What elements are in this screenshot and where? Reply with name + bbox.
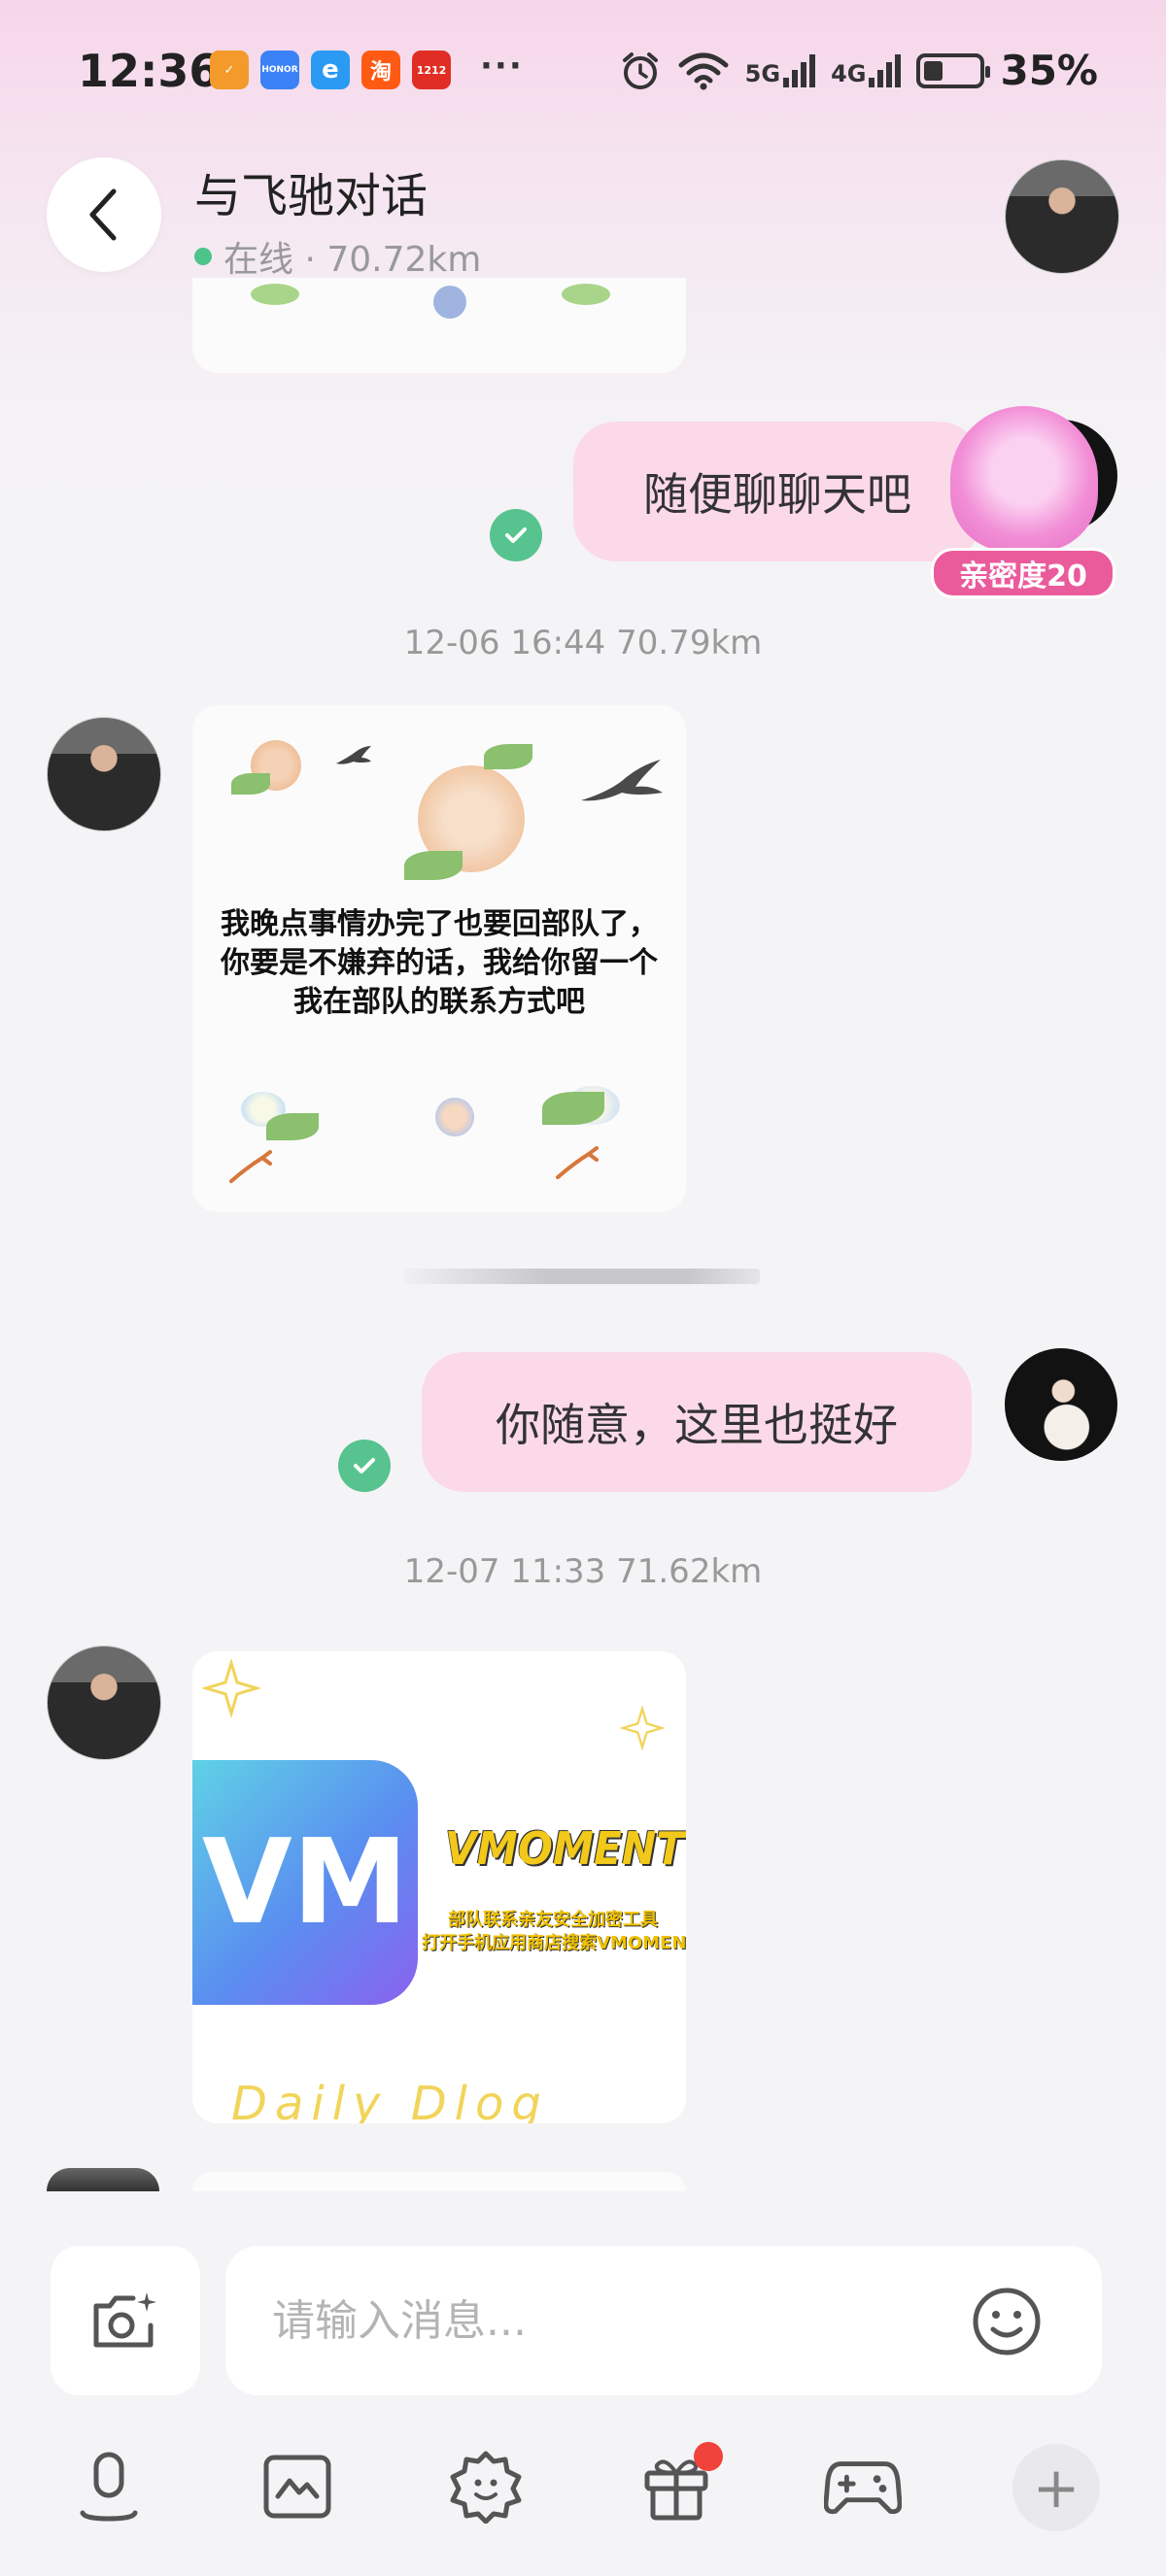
camera-icon: [93, 2292, 156, 2348]
image-caption-line-1: 我晚点事情办完了也要回部队了，: [221, 907, 658, 941]
image-caption-line-2: 你要是不嫌弃的话，我给你留一个: [221, 946, 658, 980]
chat-status-text: 在线 · 70.72km: [223, 240, 482, 280]
vm-tagline-2: 打开手机应用商店搜索VMOMENT下载: [422, 1933, 686, 1953]
orange-app-icon: ✓: [210, 51, 249, 89]
image-message-partial[interactable]: [192, 278, 686, 373]
sparkle-icon: [202, 1659, 260, 1717]
plus-icon: +: [1032, 2455, 1080, 2521]
contact-avatar[interactable]: [47, 717, 161, 831]
image-message-partial-bottom: [192, 2172, 686, 2191]
vm-app-logo: VM: [192, 1760, 418, 2005]
taobao-app-icon: 淘: [361, 51, 400, 89]
contact-avatar-2[interactable]: [47, 1645, 161, 1760]
status-time: 12:36: [78, 45, 221, 97]
pinduoduo-app-icon: 1212: [412, 51, 451, 89]
status-more-dots: ···: [480, 47, 524, 85]
back-button[interactable]: [47, 157, 161, 272]
signal-5g-icon: 5G: [745, 53, 816, 87]
game-controller-icon: [824, 2461, 902, 2515]
online-indicator: [194, 248, 212, 265]
alarm-icon: [622, 51, 658, 89]
read-check-icon: [490, 509, 542, 561]
bottom-toolbar: +: [0, 2442, 1166, 2545]
contact-avatar-partial: [47, 2168, 159, 2191]
outgoing-message-bubble-2[interactable]: 你随意，这里也挺好: [422, 1352, 972, 1492]
image-caption: 我晚点事情办完了也要回部队了， 你要是不嫌弃的话，我给你留一个 我在部队的联系方…: [192, 905, 686, 1022]
battery-icon: [916, 52, 991, 88]
chat-title: 与飞驰对话: [194, 169, 429, 223]
camera-button[interactable]: [51, 2246, 200, 2395]
vmoment-ad-image[interactable]: VM VMOMENT 部队联系亲友安全加密工具 打开手机应用商店搜索VMOMEN…: [192, 1651, 686, 2123]
photo-icon: [263, 2455, 331, 2519]
image-caption-line-3: 我在部队的联系方式吧: [293, 985, 585, 1019]
intimacy-badge[interactable]: 亲密度20: [931, 548, 1115, 598]
message-text: 随便聊聊天吧: [643, 468, 911, 521]
koi-icon: [229, 1150, 272, 1183]
sticker-button[interactable]: [447, 2448, 525, 2525]
e-app-icon: e: [311, 51, 350, 89]
image-message-card[interactable]: 我晚点事情办完了也要回部队了， 你要是不嫌弃的话，我给你留一个 我在部队的联系方…: [192, 705, 686, 1212]
message-text-2: 你随意，这里也挺好: [496, 1399, 898, 1451]
photo-button[interactable]: [258, 2448, 336, 2525]
message-input[interactable]: [225, 2246, 1102, 2395]
read-check-icon-2: [338, 1440, 391, 1492]
small-swallow-icon: [336, 746, 371, 764]
gift-notification-dot: [694, 2442, 723, 2471]
game-button[interactable]: [824, 2448, 902, 2525]
sticker-icon: [450, 2451, 522, 2524]
voice-button[interactable]: [70, 2448, 148, 2525]
outgoing-message-bubble[interactable]: 随便聊聊天吧: [573, 422, 981, 561]
plus-button[interactable]: +: [1012, 2444, 1100, 2531]
koi-icon-2: [556, 1146, 599, 1179]
timestamp-2: 12-07 11:33 71.62km: [403, 1552, 763, 1591]
voice-icon: [80, 2452, 138, 2522]
vm-tagline-1: 部队联系亲友安全加密工具: [448, 1910, 658, 1930]
honor-app-icon: HONOR: [260, 51, 299, 89]
emoji-button[interactable]: [972, 2287, 1042, 2356]
wifi-icon: [678, 52, 729, 89]
signal-4g-icon: 4G: [831, 53, 902, 87]
blurred-divider: [404, 1269, 760, 1284]
timestamp: 12-06 16:44 70.79km: [403, 624, 763, 662]
battery-level: [924, 60, 943, 81]
swallow-icon: [581, 760, 663, 801]
contact-avatar-header[interactable]: [1005, 159, 1119, 274]
my-avatar-2[interactable]: [1005, 1348, 1117, 1461]
status-app-icons: ✓ HONOR e 淘 1212: [210, 51, 451, 89]
battery-percent: 35%: [1000, 47, 1098, 94]
sparkle-icon-2: [620, 1706, 665, 1750]
vm-brand-text: VMOMENT: [445, 1822, 685, 1875]
gift-button[interactable]: [637, 2442, 723, 2525]
intimacy-heart-icon[interactable]: [950, 406, 1098, 552]
chevron-left-icon: [89, 188, 117, 241]
chat-status: 在线 · 70.72km: [194, 231, 481, 282]
vm-daily-text: Daily Dlog: [231, 2077, 549, 2123]
status-right-group: 5G 4G 35%: [619, 47, 1098, 94]
